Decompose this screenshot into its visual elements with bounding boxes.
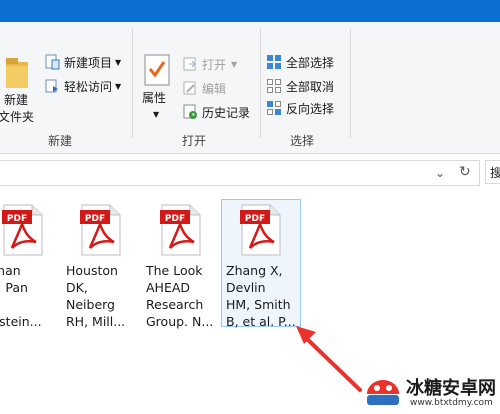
watermark-title: 冰糖安卓网 (406, 378, 496, 399)
watermark-logo: 冰糖安卓网 www.btxtdmy.com (360, 368, 500, 414)
annotation-arrow (296, 326, 362, 392)
watermark-url: www.btxtdmy.com (410, 398, 493, 408)
android-robot-icon (367, 380, 399, 405)
